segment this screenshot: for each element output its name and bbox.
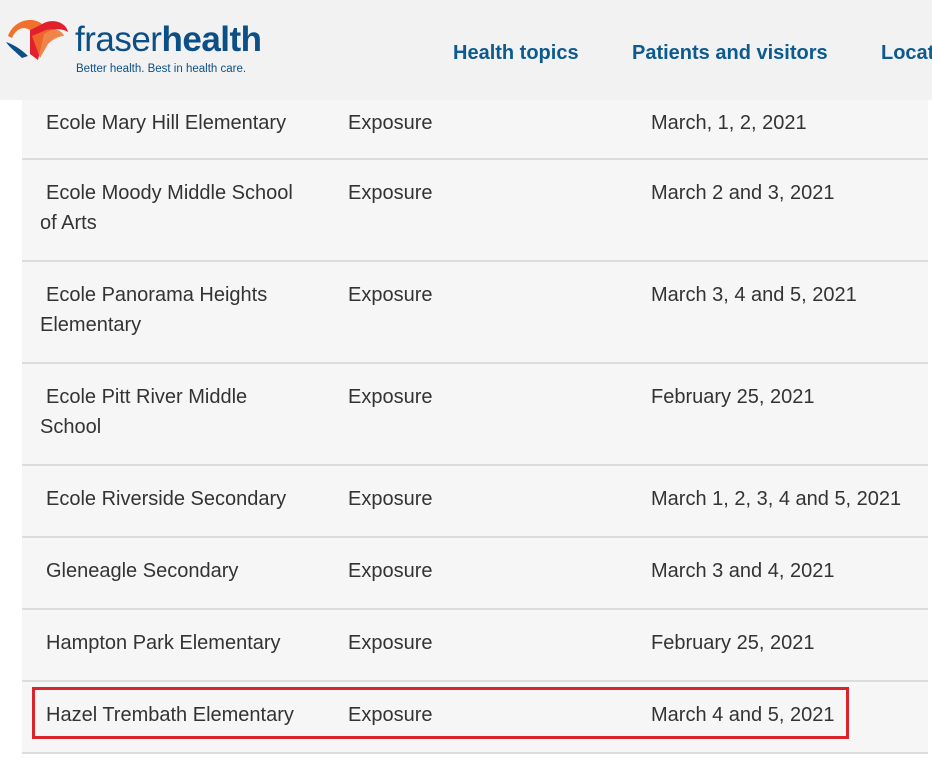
exposure-dates: March 1, 2, 3, 4 and 5, 2021 <box>651 488 902 510</box>
table-row: Ecole Mary Hill Elementary Exposure Marc… <box>22 100 928 160</box>
school-name: Ecole Mary Hill Elementary <box>46 112 287 134</box>
school-name: Gleneagle Secondary <box>46 560 239 582</box>
nav-health-topics[interactable]: Health topics <box>453 42 579 65</box>
exposure-type: Exposure <box>348 112 433 134</box>
table-row: Gleneagle Secondary Exposure March 3 and… <box>22 538 928 610</box>
nav-locations[interactable]: Locat <box>881 42 932 65</box>
school-name: Ecole Panorama Heights Elementary <box>40 284 268 336</box>
school-name: Ecole Moody Middle School of Arts <box>40 182 293 234</box>
exposure-table: Ecole Mary Hill Elementary Exposure Marc… <box>22 100 932 754</box>
main-nav: Health topics Patients and visitors Loca… <box>0 42 932 66</box>
exposure-type: Exposure <box>348 632 433 654</box>
exposure-dates: March 3, 4 and 5, 2021 <box>651 284 857 306</box>
table-row: Hampton Park Elementary Exposure Februar… <box>22 610 928 682</box>
exposure-type: Exposure <box>348 182 433 204</box>
table-row: Ecole Pitt River Middle School Exposure … <box>22 364 928 466</box>
exposure-dates: March, 1, 2, 2021 <box>651 112 807 134</box>
school-name: Hampton Park Elementary <box>46 632 281 654</box>
exposure-dates: March 2 and 3, 2021 <box>651 182 835 204</box>
nav-patients-and-visitors[interactable]: Patients and visitors <box>632 42 828 65</box>
school-name: Ecole Pitt River Middle School <box>40 386 248 438</box>
school-name: Hazel Trembath Elementary <box>46 704 294 726</box>
site-header: fraserhealth Better health. Best in heal… <box>0 0 932 100</box>
exposure-type: Exposure <box>348 386 433 408</box>
table-row: Ecole Riverside Secondary Exposure March… <box>22 466 928 538</box>
exposure-dates: March 4 and 5, 2021 <box>651 704 835 726</box>
school-name: Ecole Riverside Secondary <box>46 488 287 510</box>
exposure-type: Exposure <box>348 560 433 582</box>
exposure-dates: February 25, 2021 <box>651 386 815 408</box>
table-row: Ecole Moody Middle School of Arts Exposu… <box>22 160 928 262</box>
page: fraserhealth Better health. Best in heal… <box>0 0 932 759</box>
exposure-dates: February 25, 2021 <box>651 632 815 654</box>
exposure-type: Exposure <box>348 488 433 510</box>
exposure-type: Exposure <box>348 704 433 726</box>
exposure-dates: March 3 and 4, 2021 <box>651 560 835 582</box>
exposure-type: Exposure <box>348 284 433 306</box>
table-row: Ecole Panorama Heights Elementary Exposu… <box>22 262 928 364</box>
table-row: Hazel Trembath Elementary Exposure March… <box>22 682 928 754</box>
